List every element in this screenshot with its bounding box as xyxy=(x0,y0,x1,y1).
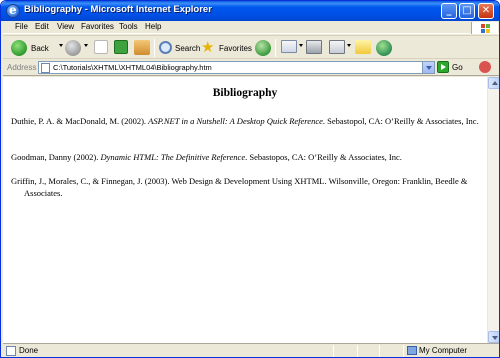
bibliography-entry: Duthie, P. A. & MacDonald, M. (2002). AS… xyxy=(11,115,479,127)
refresh-icon[interactable] xyxy=(114,40,128,54)
status-divider xyxy=(403,345,404,357)
page-content: Bibliography Duthie, P. A. & MacDonald, … xyxy=(3,77,487,343)
menu-favorites[interactable]: Favorites xyxy=(81,22,114,31)
title-bar[interactable]: Bibliography - Microsoft Internet Explor… xyxy=(1,1,499,21)
search-icon xyxy=(159,41,172,54)
browser-window: Bibliography - Microsoft Internet Explor… xyxy=(0,0,500,358)
entry-publisher: . Sebastopos, CA: O’Reilly & Associates,… xyxy=(245,152,402,162)
status-text: Done xyxy=(19,346,39,355)
status-divider xyxy=(333,345,334,357)
back-label: Back xyxy=(31,44,49,53)
links-icon[interactable] xyxy=(479,61,491,73)
status-divider xyxy=(379,345,380,357)
forward-dropdown-icon[interactable] xyxy=(84,44,88,47)
computer-icon xyxy=(407,346,417,355)
go-label: Go xyxy=(452,63,463,72)
vertical-scrollbar[interactable] xyxy=(487,77,499,343)
discuss-icon[interactable] xyxy=(355,40,371,54)
entry-title: Dynamic HTML: The Definitive Reference xyxy=(100,152,246,162)
bibliography-entry: Goodman, Danny (2002). Dynamic HTML: The… xyxy=(11,151,479,163)
scroll-down-button[interactable] xyxy=(488,331,499,343)
favorites-button[interactable]: ★ Favorites xyxy=(201,38,253,58)
address-label: Address xyxy=(7,63,37,72)
security-zone: My Computer xyxy=(419,346,468,355)
menu-tools[interactable]: Tools xyxy=(119,22,138,31)
search-label: Search xyxy=(175,44,201,53)
page-icon xyxy=(41,63,50,73)
edit-dropdown-icon[interactable] xyxy=(347,44,351,47)
windows-logo-icon xyxy=(471,22,498,34)
messenger-icon[interactable] xyxy=(376,40,392,56)
menu-edit[interactable]: Edit xyxy=(35,22,49,31)
mail-icon[interactable] xyxy=(281,40,297,53)
entry-authors: Duthie, P. A. & MacDonald, M. (2002). xyxy=(11,116,149,126)
scroll-up-button[interactable] xyxy=(488,77,499,89)
go-arrow-icon xyxy=(437,61,449,73)
page-icon xyxy=(6,346,16,356)
stop-icon[interactable] xyxy=(94,40,108,54)
minimize-button[interactable]: _ xyxy=(441,3,457,19)
home-icon[interactable] xyxy=(134,40,150,55)
favorites-star-icon: ★ xyxy=(201,39,215,56)
menu-view[interactable]: View xyxy=(57,22,74,31)
toolbar-separator xyxy=(154,39,155,57)
address-bar: Address C:\Tutorials\XHTML\XHTML04\Bibli… xyxy=(3,59,499,76)
history-icon[interactable] xyxy=(255,40,271,56)
back-button[interactable]: Back xyxy=(11,38,59,58)
entry-publisher: . Sebastopol, CA: O’Reilly & Associates,… xyxy=(322,116,479,126)
address-input[interactable]: C:\Tutorials\XHTML\XHTML04\Bibliography.… xyxy=(38,61,435,74)
menu-bar: File Edit View Favorites Tools Help xyxy=(3,21,499,34)
forward-arrow-icon[interactable] xyxy=(65,40,81,56)
entry-text: Griffin, J., Morales, C., & Finnegan, J.… xyxy=(11,176,468,198)
address-dropdown-button[interactable] xyxy=(422,62,434,73)
back-dropdown-icon[interactable] xyxy=(59,44,63,47)
toolbar-separator xyxy=(275,39,276,57)
mail-dropdown-icon[interactable] xyxy=(299,44,303,47)
window-title: Bibliography - Microsoft Internet Explor… xyxy=(24,4,212,15)
favorites-label: Favorites xyxy=(219,44,252,53)
entry-authors: Goodman, Danny (2002). xyxy=(11,152,101,162)
print-icon[interactable] xyxy=(306,40,322,54)
bibliography-entry: Griffin, J., Morales, C., & Finnegan, J.… xyxy=(11,175,479,199)
menu-help[interactable]: Help xyxy=(145,22,161,31)
ie-logo-icon xyxy=(6,3,20,18)
go-button[interactable]: Go xyxy=(437,61,471,74)
edit-icon[interactable] xyxy=(329,40,345,54)
status-bar: Done My Computer xyxy=(3,343,499,357)
search-button[interactable]: Search xyxy=(159,38,201,58)
menu-file[interactable]: File xyxy=(15,22,28,31)
entry-title: ASP.NET in a Nutshell: A Desktop Quick R… xyxy=(148,116,323,126)
standard-toolbar: Back Search ★ Favorites xyxy=(3,35,499,59)
back-arrow-icon xyxy=(11,40,27,56)
close-button[interactable]: ✕ xyxy=(478,3,494,19)
maximize-button[interactable]: □ xyxy=(459,3,475,19)
status-divider xyxy=(357,345,358,357)
page-heading: Bibliography xyxy=(212,87,278,99)
address-url[interactable]: C:\Tutorials\XHTML\XHTML04\Bibliography.… xyxy=(53,63,212,72)
